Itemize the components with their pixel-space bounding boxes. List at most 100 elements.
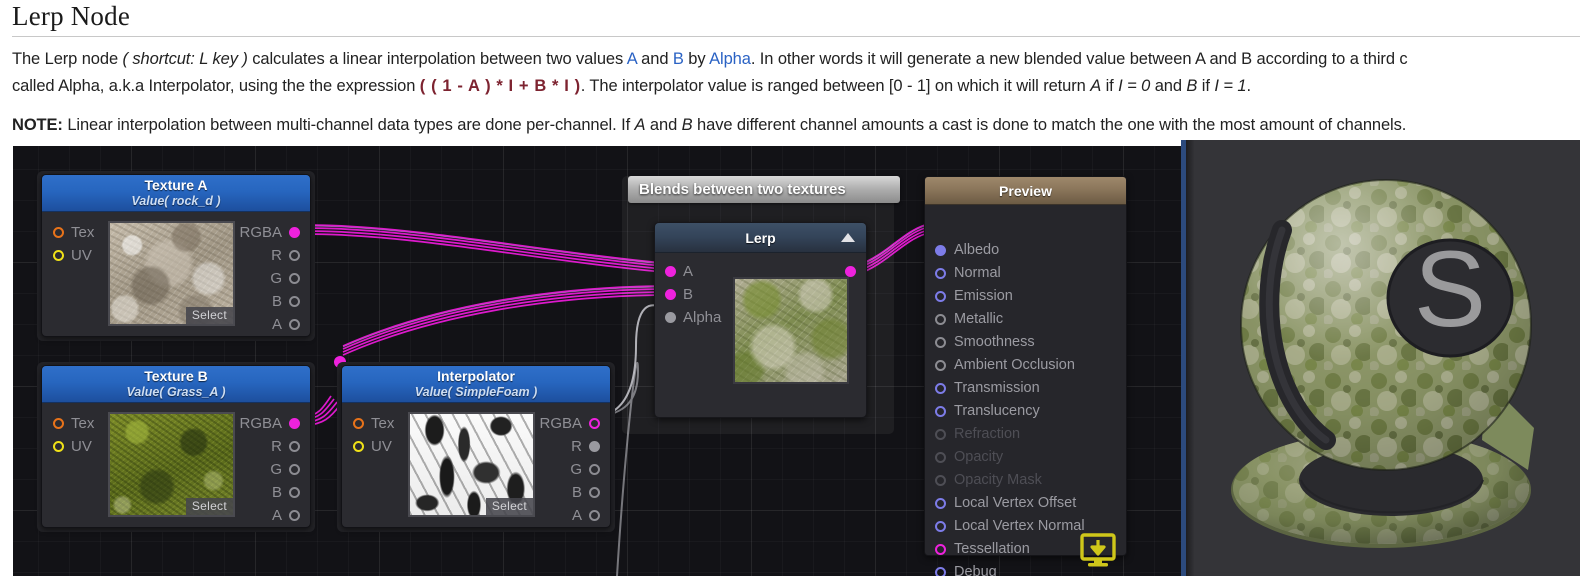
port-dot-g-icon[interactable] — [289, 463, 300, 475]
preview-slot-opacity[interactable]: Opacity — [935, 449, 1003, 466]
port-rgba-output[interactable]: RGBA — [239, 414, 300, 432]
port-rgba-output[interactable]: RGBA — [239, 223, 300, 241]
port-dot-uv-icon[interactable] — [353, 440, 364, 452]
node-header[interactable]: Texture A Value( rock_d ) — [42, 175, 310, 212]
port-r-output[interactable]: R — [271, 437, 300, 455]
port-g-output[interactable]: G — [270, 460, 300, 478]
preview-slot-debug[interactable]: Debug — [935, 564, 997, 576]
preview-slot-metallic[interactable]: Metallic — [935, 311, 1003, 328]
node-texture-a[interactable]: Texture A Value( rock_d ) Tex UV Select … — [41, 174, 311, 337]
node-lerp[interactable]: Lerp A B Alpha — [654, 222, 867, 418]
port-dot-r-icon[interactable] — [289, 249, 300, 261]
port-dot-g-icon[interactable] — [589, 463, 600, 475]
port-dot-b-icon[interactable] — [289, 486, 300, 498]
port-dot-a-icon[interactable] — [289, 318, 300, 330]
port-r-output[interactable]: R — [571, 437, 600, 455]
port-dot-out-icon[interactable] — [845, 265, 856, 277]
port-dot-a-icon[interactable] — [665, 265, 676, 277]
port-dot-b-icon[interactable] — [665, 288, 676, 300]
link-alpha[interactable]: Alpha — [709, 50, 751, 68]
link-b[interactable]: B — [673, 50, 684, 68]
port-dot-g-icon[interactable] — [289, 272, 300, 284]
select-texture-button[interactable]: Select — [485, 498, 533, 515]
port-dot-tex-icon[interactable] — [53, 417, 64, 429]
preview-slot-opacity-mask[interactable]: Opacity Mask — [935, 472, 1042, 489]
port-tex-input[interactable]: Tex — [353, 414, 394, 432]
port-a-output[interactable]: A — [272, 506, 300, 524]
lerp-result-thumbnail[interactable] — [733, 277, 849, 384]
port-dot-r-icon[interactable] — [589, 440, 600, 452]
port-dot-translucency-icon[interactable] — [935, 406, 946, 417]
port-b-output[interactable]: B — [272, 483, 300, 501]
port-dot-refraction-icon[interactable] — [935, 429, 946, 440]
preview-slot-translucency[interactable]: Translucency — [935, 403, 1040, 420]
port-dot-local-vertex-offset-icon[interactable] — [935, 498, 946, 509]
port-tex-input[interactable]: Tex — [53, 414, 94, 432]
preview-slot-tessellation[interactable]: Tessellation — [935, 541, 1030, 558]
port-g-output[interactable]: G — [270, 269, 300, 287]
port-dot-b-icon[interactable] — [289, 295, 300, 307]
port-alpha-input[interactable]: Alpha — [665, 308, 721, 326]
port-rgba-output[interactable]: RGBA — [539, 414, 600, 432]
preview-slot-normal[interactable]: Normal — [935, 265, 1001, 282]
port-b-output[interactable]: B — [572, 483, 600, 501]
node-header[interactable]: Preview — [925, 177, 1126, 205]
port-b-input[interactable]: B — [665, 285, 693, 303]
port-dot-smoothness-icon[interactable] — [935, 337, 946, 348]
node-header[interactable]: Lerp — [655, 223, 866, 253]
port-dot-r-icon[interactable] — [289, 440, 300, 452]
port-dot-emission-icon[interactable] — [935, 291, 946, 302]
port-dot-b-icon[interactable] — [589, 486, 600, 498]
port-uv-input[interactable]: UV — [53, 437, 92, 455]
port-dot-rgba-icon[interactable] — [289, 226, 300, 238]
preview-slot-emission[interactable]: Emission — [935, 288, 1013, 305]
texture-thumbnail[interactable]: Select — [408, 412, 535, 517]
node-graph-canvas[interactable]: Texture A Value( rock_d ) Tex UV Select … — [13, 146, 1181, 576]
preview-slot-smoothness[interactable]: Smoothness — [935, 334, 1035, 351]
node-preview-master[interactable]: Preview Albedo Normal Emission Metallic … — [924, 176, 1127, 576]
port-dot-debug-icon[interactable] — [935, 567, 946, 576]
comment-title[interactable]: Blends between two textures — [628, 176, 900, 203]
preview-slot-albedo[interactable]: Albedo — [935, 242, 999, 259]
port-dot-rgba-icon[interactable] — [289, 417, 300, 429]
texture-thumbnail[interactable]: Select — [108, 412, 235, 517]
port-dot-local-vertex-normal-icon[interactable] — [935, 521, 946, 532]
select-texture-button[interactable]: Select — [185, 498, 233, 515]
port-dot-tessellation-icon[interactable] — [935, 544, 946, 555]
select-texture-button[interactable]: Select — [185, 307, 233, 324]
compile-download-icon[interactable] — [1079, 533, 1117, 569]
port-a-output[interactable]: A — [272, 315, 300, 333]
port-dot-transmission-icon[interactable] — [935, 383, 946, 394]
port-uv-input[interactable]: UV — [353, 437, 392, 455]
port-dot-uv-icon[interactable] — [53, 249, 64, 261]
preview-slot-ambient-occlusion[interactable]: Ambient Occlusion — [935, 357, 1075, 374]
preview-slot-local-vertex-normal[interactable]: Local Vertex Normal — [935, 518, 1085, 535]
port-dot-opacity-mask-icon[interactable] — [935, 475, 946, 486]
port-uv-input[interactable]: UV — [53, 246, 92, 264]
material-preview-viewport[interactable]: S — [1186, 140, 1580, 576]
node-header[interactable]: Texture B Value( Grass_A ) — [42, 366, 310, 403]
preview-slot-local-vertex-offset[interactable]: Local Vertex Offset — [935, 495, 1076, 512]
preview-slot-refraction[interactable]: Refraction — [935, 426, 1020, 443]
port-dot-ambient-occlusion-icon[interactable] — [935, 360, 946, 371]
port-dot-metallic-icon[interactable] — [935, 314, 946, 325]
port-tex-input[interactable]: Tex — [53, 223, 94, 241]
port-dot-normal-icon[interactable] — [935, 268, 946, 279]
port-dot-a-icon[interactable] — [289, 509, 300, 521]
port-dot-rgba-icon[interactable] — [589, 417, 600, 429]
port-b-output[interactable]: B — [272, 292, 300, 310]
port-dot-tex-icon[interactable] — [353, 417, 364, 429]
node-header[interactable]: Interpolator Value( SimpleFoam ) — [342, 366, 610, 403]
node-interpolator[interactable]: Interpolator Value( SimpleFoam ) Tex UV … — [341, 365, 611, 528]
texture-thumbnail[interactable]: Select — [108, 221, 235, 326]
port-a-output[interactable]: A — [572, 506, 600, 524]
triangle-up-icon[interactable] — [841, 233, 855, 242]
node-texture-b[interactable]: Texture B Value( Grass_A ) Tex UV Select… — [41, 365, 311, 528]
port-a-input[interactable]: A — [665, 262, 693, 280]
port-dot-tex-icon[interactable] — [53, 226, 64, 238]
port-dot-alpha-icon[interactable] — [665, 311, 676, 323]
port-dot-albedo-icon[interactable] — [935, 245, 946, 256]
port-dot-a-icon[interactable] — [589, 509, 600, 521]
port-dot-uv-icon[interactable] — [53, 440, 64, 452]
preview-slot-transmission[interactable]: Transmission — [935, 380, 1040, 397]
